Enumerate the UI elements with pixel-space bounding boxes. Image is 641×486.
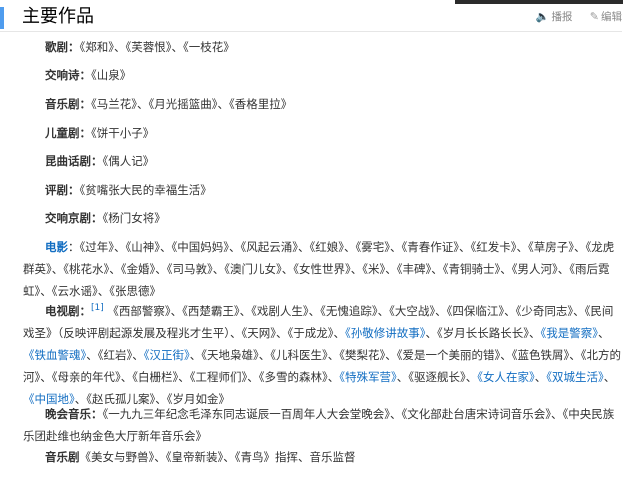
category-label: 儿童剧： [45,126,91,140]
works-text: 、《驱逐舰长》、 [396,370,478,384]
works-paragraph: 交响诗：《山泉》 [23,64,621,86]
works-text: 《一九九三年纪念毛泽东同志诞辰一百周年人大会堂晚会》、《文化部赴台唐宋诗词音乐会… [23,407,615,443]
citation-link[interactable]: [1] [91,303,104,313]
works-paragraph: 评剧：《贫嘴张大民的幸福生活》 [23,179,621,201]
works-text: 、 [598,326,610,340]
edit-label: 编辑 [601,11,622,23]
works-text: 《美女与野兽》、《皇帝新装》、《青鸟》指挥、音乐监督 [79,450,356,464]
works-paragraph: 歌剧：《郑和》、《芙蓉恨》、《一枝花》 [23,36,621,58]
work-title-link[interactable]: 《双城生活》 [546,370,604,384]
works-text: 《偶人记》 [102,154,155,168]
top-image-strip [455,0,623,4]
section-accent-bar [0,7,4,29]
section-title: 主要作品 [22,6,94,27]
works-paragraph: 交响京剧：《杨门女将》 [23,207,621,229]
category-label: 交响京剧： [45,211,103,225]
works-text: 《马兰花》、《月光摇篮曲》、《香格里拉》 [91,97,293,111]
works-text: 、《红岩》、 [86,348,144,362]
speaker-icon: 🔈 [535,10,550,23]
works-paragraph: 昆曲话剧：《偶人记》 [23,150,621,172]
category-label: 音乐剧 [45,450,80,464]
category-label: 歌剧： [45,40,80,54]
category-label: 电视剧： [45,304,91,318]
category-label: 交响诗： [45,68,91,82]
works-text: 、 [603,370,616,384]
work-title-link[interactable]: 《铁血警魂》 [23,348,86,362]
works-text: 《贫嘴张大民的幸福生活》 [79,183,212,197]
works-text: 、《岁月长长路长长》、 [425,326,541,340]
broadcast-label: 播报 [551,11,573,23]
works-paragraph: 晚会音乐：《一九九三年纪念毛泽东同志诞辰一百周年人大会堂晚会》、《文化部赴台唐宋… [23,403,621,447]
category-label: 晚会音乐： [45,407,103,421]
works-text: 《山泉》 [91,68,132,82]
edit-button[interactable]: ✎ 编辑 [590,8,622,26]
category-label: 音乐剧： [45,97,91,111]
pencil-icon: ✎ [589,10,599,23]
works-text: 《郑和》、《芙蓉恨》、《一枝花》 [79,40,235,54]
work-title-link[interactable]: 《孙敬修讲故事》 [345,326,426,340]
work-title-link[interactable]: 《特殊军营》 [339,370,397,384]
works-text: ：《过年》、《山神》、《中国妈妈》、《风起云涌》、《红娘》、《雾宅》、《青春作证… [23,240,615,298]
works-paragraph: 儿童剧：《饼干小子》 [23,122,621,144]
works-paragraph: 音乐剧：《马兰花》、《月光摇篮曲》、《香格里拉》 [23,93,621,115]
works-text: 《杨门女将》 [102,211,166,225]
works-paragraph: 音乐剧《美女与野兽》、《皇帝新装》、《青鸟》指挥、音乐监督 [23,446,621,468]
work-title-link[interactable]: 《我是警察》 [541,326,599,340]
broadcast-button[interactable]: 🔈 播报 [536,8,573,26]
works-paragraph: 电影：《过年》、《山神》、《中国妈妈》、《风起云涌》、《红娘》、《雾宅》、《青春… [23,236,621,302]
works-paragraph: 电视剧：[1] 《西部警察》、《西楚霸王》、《戏剧人生》、《无愧追踪》、《大空战… [23,300,621,410]
section-header: 主要作品 🔈 播报 ✎ 编辑 [0,5,622,32]
category-link[interactable]: 电影 [45,240,68,254]
category-label: 昆曲话剧： [45,154,103,168]
section-actions: 🔈 播报 ✎ 编辑 [522,8,622,26]
works-text: 、 [534,370,547,384]
work-title-link[interactable]: 《汉正街》 [144,348,190,362]
works-text: 《饼干小子》 [91,126,155,140]
category-label: 评剧： [45,183,80,197]
work-title-link[interactable]: 《女人在家》 [477,370,535,384]
